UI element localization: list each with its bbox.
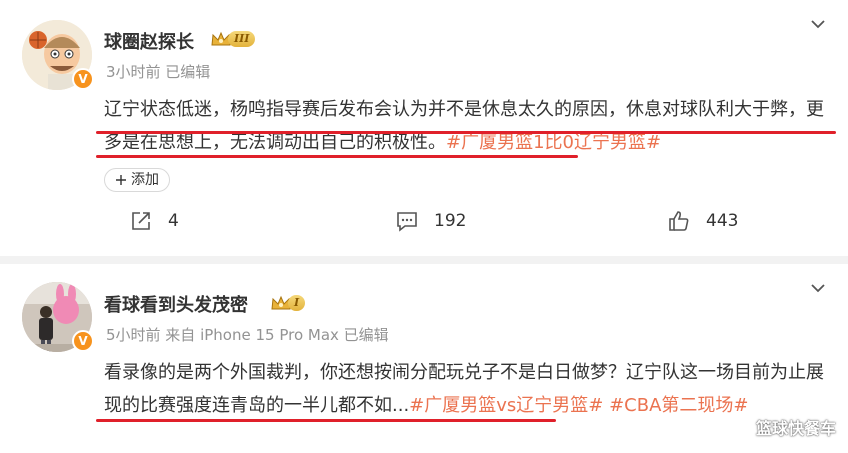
author-name[interactable]: 看球看到头发茂密 — [104, 291, 248, 317]
comment-icon — [397, 212, 417, 232]
watermark: 篮球快餐车 — [755, 419, 836, 438]
share-icon — [132, 212, 150, 230]
comment-button[interactable]: 192 — [396, 206, 466, 236]
rank-badge[interactable]: I — [270, 292, 306, 314]
like-count: 443 — [706, 211, 739, 231]
post-meta: 3小时前 已编辑 — [106, 63, 211, 81]
like-button[interactable]: 443 — [668, 206, 738, 236]
red-underline-2 — [96, 419, 556, 422]
red-underline-1a — [96, 131, 836, 134]
verified-v-icon: V — [72, 68, 94, 90]
share-count: 4 — [168, 211, 179, 231]
red-underline-1b — [96, 155, 578, 158]
add-label: 添加 — [131, 172, 159, 188]
weibo-post-1: V 球圈赵探长 III 3小时前 已编辑 辽宁状态低迷，杨鸣指导赛后发布会认为并… — [0, 0, 848, 256]
share-button[interactable]: 4 — [130, 206, 179, 236]
post-content: 辽宁状态低迷，杨鸣指导赛后发布会认为并不是休息太久的原因，休息对球队利大于弊，更… — [104, 93, 834, 159]
comment-count: 192 — [434, 211, 467, 231]
more-chevron-icon[interactable] — [808, 14, 828, 34]
hashtag-link[interactable]: #广厦男篮1比0辽宁男篮# — [446, 132, 661, 153]
action-bar: 4 192 443 — [0, 206, 848, 236]
rank-level: III — [228, 31, 256, 47]
author-name[interactable]: 球圈赵探长 — [104, 28, 194, 54]
post-content: 看录像的是两个外国裁判，你还想按闹分配玩兑子不是白日做梦？辽宁队这一场目前为止展… — [104, 356, 834, 422]
more-chevron-icon[interactable] — [808, 278, 828, 298]
post-divider — [0, 256, 848, 264]
plus-icon — [116, 175, 126, 185]
add-button[interactable]: 添加 — [104, 168, 170, 192]
like-icon — [669, 211, 689, 231]
rank-badge[interactable]: III — [210, 28, 256, 50]
rank-level: I — [288, 295, 306, 311]
post-meta: 5小时前 来自 iPhone 15 Pro Max 已编辑 — [106, 326, 389, 344]
verified-v-icon: V — [72, 330, 94, 352]
weibo-post-2: V 看球看到头发茂密 I 5小时前 来自 iPhone 15 Pro Max 已… — [0, 264, 848, 453]
hashtag-links[interactable]: #广厦男篮vs辽宁男篮# #CBA第二现场# — [409, 395, 748, 416]
